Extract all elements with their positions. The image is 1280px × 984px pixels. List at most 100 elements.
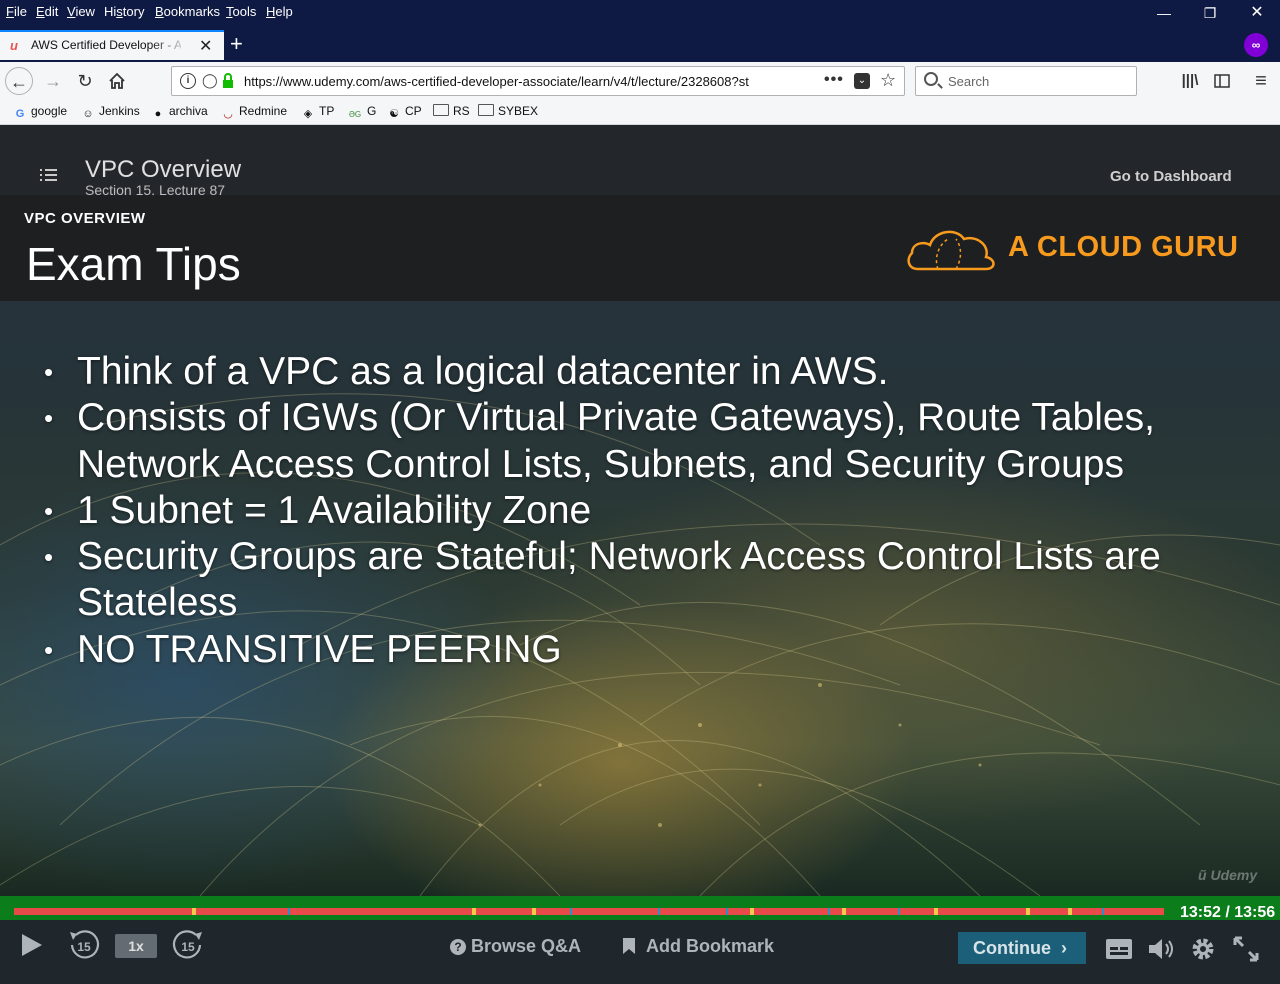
bullet-item: • Think of a VPC as a logical datacenter … xyxy=(44,349,1244,395)
bullet-item: • Consists of IGWs (Or Virtual Private Ga… xyxy=(44,395,1244,488)
close-tab-icon[interactable]: ✕ xyxy=(199,36,212,56)
forward-button[interactable]: → xyxy=(39,67,67,95)
pocket-icon[interactable]: ⌄ xyxy=(854,73,870,89)
bookmark-marker[interactable] xyxy=(192,908,196,915)
minimize-button[interactable]: — xyxy=(1144,2,1184,24)
back-button[interactable]: ← xyxy=(5,67,33,95)
redmine-icon: ◡ xyxy=(223,108,233,120)
chapter-separator xyxy=(726,908,728,915)
home-button[interactable] xyxy=(103,67,131,95)
bullet-dot: • xyxy=(44,495,54,526)
bullet-text: Think of a VPC as a logical datacenter i… xyxy=(77,350,889,393)
player-controls: 15 1x 15 ? Browse Q&A Add Bookmark Contin… xyxy=(0,920,1280,984)
menu-bar: File Edit View History Bookmarks Tools H… xyxy=(0,0,1280,26)
udemy-favicon-icon: u xyxy=(10,38,18,53)
bookmark-label: Jenkins xyxy=(99,104,140,118)
bookmark-marker[interactable] xyxy=(472,908,476,915)
slide-heading: Exam Tips xyxy=(26,238,241,290)
bullet-dot: • xyxy=(44,542,54,573)
go-to-dashboard-button[interactable]: Go to Dashboard xyxy=(1110,168,1232,185)
hamburger-menu-icon[interactable]: ≡ xyxy=(1247,67,1275,95)
lock-icon xyxy=(223,73,233,88)
video-progress-bar[interactable] xyxy=(14,908,1164,915)
video-player[interactable]: VPC Overview Section 15, Lecture 87 Go t… xyxy=(0,125,1280,896)
tab-udemy[interactable]: u AWS Certified Developer - A ✕ xyxy=(0,30,224,60)
bookmark-redmine[interactable]: ◡ Redmine xyxy=(221,104,287,121)
browse-qa-button[interactable]: ? Browse Q&A xyxy=(450,936,581,957)
fullscreen-icon[interactable] xyxy=(1232,935,1260,963)
bullet-dot: • xyxy=(44,634,54,665)
bookmark-g[interactable]: ƏG G xyxy=(347,104,376,122)
bookmark-rs[interactable]: RS xyxy=(433,104,470,118)
search-placeholder: Search xyxy=(948,74,990,89)
tab-strip: u AWS Certified Developer - A ✕ + ∞ xyxy=(0,26,1280,62)
add-bookmark-label: Add Bookmark xyxy=(646,936,775,956)
bookmark-label: Redmine xyxy=(239,104,288,118)
bookmark-cp[interactable]: ☯ CP xyxy=(387,104,422,121)
g-icon: ƏG xyxy=(348,110,362,119)
restore-button[interactable]: ❐ xyxy=(1190,2,1230,24)
tab-title-fade xyxy=(150,34,190,58)
continue-button[interactable]: Continue › xyxy=(958,932,1086,964)
bookmark-jenkins[interactable]: ☺ Jenkins xyxy=(81,104,140,121)
close-window-button[interactable]: ✕ xyxy=(1237,2,1277,24)
playback-speed-button[interactable]: 1x xyxy=(115,934,157,958)
google-icon: G xyxy=(15,108,25,120)
bookmark-marker[interactable] xyxy=(934,908,938,915)
menu-view[interactable]: View xyxy=(67,4,95,19)
rewind-15-icon[interactable]: 15 xyxy=(67,929,101,963)
sidebar-toggle-icon[interactable] xyxy=(1208,67,1236,95)
bookmark-tp[interactable]: ◈ TP xyxy=(301,104,335,121)
chapter-separator xyxy=(828,908,830,915)
bullet-dot: • xyxy=(44,403,54,434)
captions-icon[interactable] xyxy=(1105,938,1133,960)
new-tab-button[interactable]: + xyxy=(230,32,243,56)
bookmark-marker[interactable] xyxy=(842,908,846,915)
bookmark-marker[interactable] xyxy=(1068,908,1072,915)
bookmark-sybex[interactable]: SYBEX xyxy=(478,104,538,118)
page-actions-icon[interactable]: ••• xyxy=(824,71,844,89)
menu-bookmarks[interactable]: Bookmarks xyxy=(155,4,220,19)
bookmark-marker[interactable] xyxy=(532,908,536,915)
add-bookmark-button[interactable]: Add Bookmark xyxy=(622,936,774,957)
private-browsing-icon: ∞ xyxy=(1244,33,1268,57)
tracking-shield-icon[interactable]: ◯ xyxy=(202,72,218,89)
volume-icon[interactable] xyxy=(1147,936,1175,962)
menu-history[interactable]: History xyxy=(104,4,144,19)
bookmark-google[interactable]: Ggoogle xyxy=(13,104,67,121)
settings-gear-icon[interactable] xyxy=(1189,935,1217,963)
forward-15-icon[interactable]: 15 xyxy=(171,929,205,963)
menu-file[interactable]: File xyxy=(6,4,27,19)
url-text: https://www.udemy.com/aws-certified-deve… xyxy=(244,74,749,89)
library-icon[interactable]: |||\ xyxy=(1176,67,1204,95)
bookmark-label: RS xyxy=(453,104,470,118)
course-content-menu-icon[interactable] xyxy=(40,169,58,185)
bullet-text-continued: Network Access Control Lists, Subnets, a… xyxy=(77,442,1124,486)
rewind-label: 15 xyxy=(77,940,91,954)
chapter-separator xyxy=(570,908,572,915)
question-icon: ? xyxy=(450,939,466,955)
bookmark-archiva[interactable]: ● archiva xyxy=(151,104,208,121)
bookmark-marker[interactable] xyxy=(750,908,754,915)
folder-icon xyxy=(433,104,449,116)
bookmark-marker[interactable] xyxy=(1026,908,1030,915)
folder-icon xyxy=(478,104,494,116)
reload-button[interactable]: ↻ xyxy=(71,67,99,95)
url-bar[interactable]: i ◯ https://www.udemy.com/aws-certified-… xyxy=(171,66,905,96)
bullet-dot: • xyxy=(44,357,54,387)
play-icon[interactable] xyxy=(20,932,44,958)
bookmark-star-icon[interactable]: ☆ xyxy=(880,70,896,91)
cp-icon: ☯ xyxy=(389,108,399,120)
chapter-separator xyxy=(898,908,900,915)
menu-edit[interactable]: Edit xyxy=(36,4,58,19)
site-info-icon[interactable]: i xyxy=(180,73,196,89)
udemy-watermark: ũ Udemy xyxy=(1198,867,1257,883)
search-bar[interactable]: Search xyxy=(915,66,1137,96)
archiva-icon: ● xyxy=(154,108,162,120)
bullet-item: • 1 Subnet = 1 Availability Zone xyxy=(44,488,1244,534)
chevron-right-icon: › xyxy=(1061,938,1067,958)
forward-label: 15 xyxy=(181,940,195,954)
navigation-toolbar: ← → ↻ i ◯ https://www.udemy.com/aws-cert… xyxy=(0,62,1280,100)
menu-help[interactable]: Help xyxy=(266,4,293,19)
menu-tools[interactable]: Tools xyxy=(226,4,256,19)
